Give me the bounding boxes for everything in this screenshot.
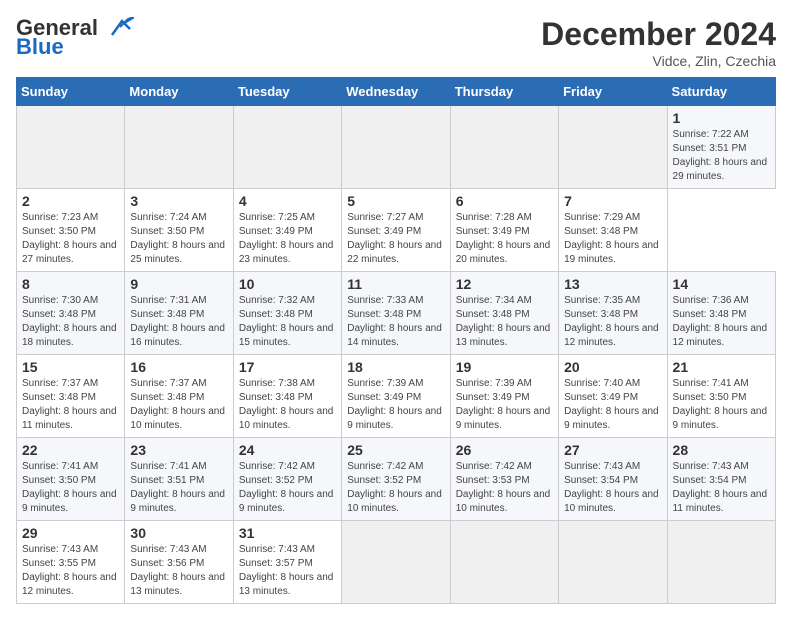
calendar-day: 2Sunrise: 7:23 AMSunset: 3:50 PMDaylight… <box>17 189 125 272</box>
calendar-week-row: 29Sunrise: 7:43 AMSunset: 3:55 PMDayligh… <box>17 521 776 604</box>
calendar-day: 13Sunrise: 7:35 AMSunset: 3:48 PMDayligh… <box>559 272 667 355</box>
calendar-day: 23Sunrise: 7:41 AMSunset: 3:51 PMDayligh… <box>125 438 233 521</box>
empty-cell <box>559 106 667 189</box>
empty-cell <box>17 106 125 189</box>
month-title: December 2024 <box>541 16 776 53</box>
calendar-day: 5Sunrise: 7:27 AMSunset: 3:49 PMDaylight… <box>342 189 450 272</box>
location: Vidce, Zlin, Czechia <box>541 53 776 69</box>
calendar-day: 7Sunrise: 7:29 AMSunset: 3:48 PMDaylight… <box>559 189 667 272</box>
calendar-day: 22Sunrise: 7:41 AMSunset: 3:50 PMDayligh… <box>17 438 125 521</box>
calendar-day: 14Sunrise: 7:36 AMSunset: 3:48 PMDayligh… <box>667 272 775 355</box>
calendar-day: 24Sunrise: 7:42 AMSunset: 3:52 PMDayligh… <box>233 438 341 521</box>
calendar-day: 4Sunrise: 7:25 AMSunset: 3:49 PMDaylight… <box>233 189 341 272</box>
calendar-header-row: SundayMondayTuesdayWednesdayThursdayFrid… <box>17 78 776 106</box>
empty-cell <box>667 521 775 604</box>
header-tuesday: Tuesday <box>233 78 341 106</box>
calendar-week-row: 2Sunrise: 7:23 AMSunset: 3:50 PMDaylight… <box>17 189 776 272</box>
calendar-day: 8Sunrise: 7:30 AMSunset: 3:48 PMDaylight… <box>17 272 125 355</box>
header-saturday: Saturday <box>667 78 775 106</box>
calendar-day: 16Sunrise: 7:37 AMSunset: 3:48 PMDayligh… <box>125 355 233 438</box>
calendar-day: 21Sunrise: 7:41 AMSunset: 3:50 PMDayligh… <box>667 355 775 438</box>
calendar-day: 18Sunrise: 7:39 AMSunset: 3:49 PMDayligh… <box>342 355 450 438</box>
calendar-day: 19Sunrise: 7:39 AMSunset: 3:49 PMDayligh… <box>450 355 558 438</box>
calendar-day: 30Sunrise: 7:43 AMSunset: 3:56 PMDayligh… <box>125 521 233 604</box>
logo-text-blue: Blue <box>16 36 64 58</box>
calendar-day: 12Sunrise: 7:34 AMSunset: 3:48 PMDayligh… <box>450 272 558 355</box>
calendar-day: 9Sunrise: 7:31 AMSunset: 3:48 PMDaylight… <box>125 272 233 355</box>
header-sunday: Sunday <box>17 78 125 106</box>
logo: General Blue <box>16 16 134 58</box>
logo-icon <box>102 17 134 39</box>
calendar-day: 10Sunrise: 7:32 AMSunset: 3:48 PMDayligh… <box>233 272 341 355</box>
calendar-day: 26Sunrise: 7:42 AMSunset: 3:53 PMDayligh… <box>450 438 558 521</box>
calendar-day: 27Sunrise: 7:43 AMSunset: 3:54 PMDayligh… <box>559 438 667 521</box>
calendar-day: 11Sunrise: 7:33 AMSunset: 3:48 PMDayligh… <box>342 272 450 355</box>
empty-cell <box>559 521 667 604</box>
calendar-day: 6Sunrise: 7:28 AMSunset: 3:49 PMDaylight… <box>450 189 558 272</box>
calendar-week-row: 22Sunrise: 7:41 AMSunset: 3:50 PMDayligh… <box>17 438 776 521</box>
empty-cell <box>125 106 233 189</box>
header-thursday: Thursday <box>450 78 558 106</box>
calendar-day: 15Sunrise: 7:37 AMSunset: 3:48 PMDayligh… <box>17 355 125 438</box>
calendar-day: 25Sunrise: 7:42 AMSunset: 3:52 PMDayligh… <box>342 438 450 521</box>
title-area: December 2024 Vidce, Zlin, Czechia <box>541 16 776 69</box>
calendar-day: 28Sunrise: 7:43 AMSunset: 3:54 PMDayligh… <box>667 438 775 521</box>
calendar-day: 3Sunrise: 7:24 AMSunset: 3:50 PMDaylight… <box>125 189 233 272</box>
header-wednesday: Wednesday <box>342 78 450 106</box>
calendar-week-row: 15Sunrise: 7:37 AMSunset: 3:48 PMDayligh… <box>17 355 776 438</box>
calendar-day: 17Sunrise: 7:38 AMSunset: 3:48 PMDayligh… <box>233 355 341 438</box>
calendar-day: 20Sunrise: 7:40 AMSunset: 3:49 PMDayligh… <box>559 355 667 438</box>
calendar-week-row: 1Sunrise: 7:22 AMSunset: 3:51 PMDaylight… <box>17 106 776 189</box>
calendar-week-row: 8Sunrise: 7:30 AMSunset: 3:48 PMDaylight… <box>17 272 776 355</box>
header-friday: Friday <box>559 78 667 106</box>
calendar-table: SundayMondayTuesdayWednesdayThursdayFrid… <box>16 77 776 604</box>
page-header: General Blue December 2024 Vidce, Zlin, … <box>16 16 776 69</box>
empty-cell <box>342 521 450 604</box>
empty-cell <box>342 106 450 189</box>
calendar-day: 31Sunrise: 7:43 AMSunset: 3:57 PMDayligh… <box>233 521 341 604</box>
empty-cell <box>233 106 341 189</box>
calendar-day: 1Sunrise: 7:22 AMSunset: 3:51 PMDaylight… <box>667 106 775 189</box>
empty-cell <box>450 106 558 189</box>
calendar-day: 29Sunrise: 7:43 AMSunset: 3:55 PMDayligh… <box>17 521 125 604</box>
empty-cell <box>450 521 558 604</box>
header-monday: Monday <box>125 78 233 106</box>
